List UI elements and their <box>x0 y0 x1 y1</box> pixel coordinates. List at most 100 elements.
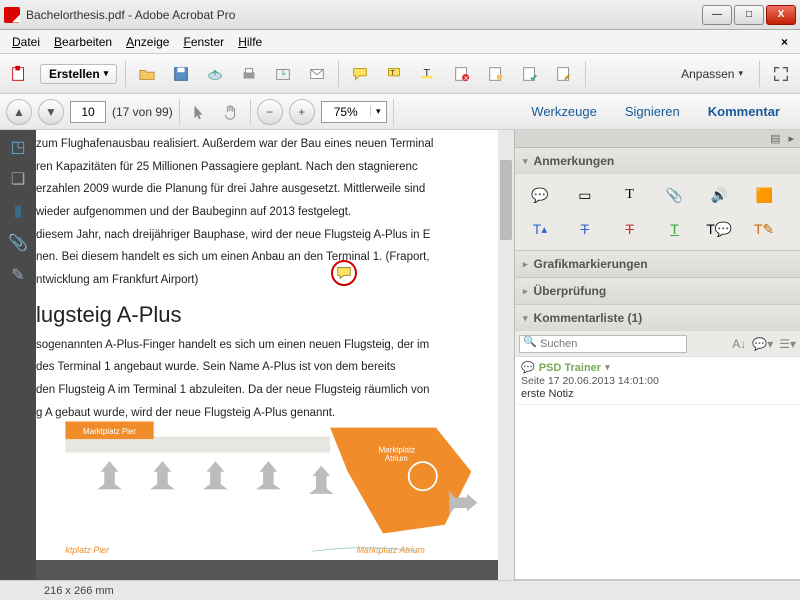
comment-item[interactable]: PSD Trainer Seite 17 20.06.2013 14:01:00… <box>515 357 800 405</box>
svg-text:Marktplatz Atrium: Marktplatz Atrium <box>357 545 425 555</box>
panel-collapse-icon[interactable]: ▸ <box>788 132 794 145</box>
window-title: Bachelorthesis.pdf - Adobe Acrobat Pro <box>26 8 702 22</box>
tool-strike-insert-icon[interactable]: T <box>572 218 598 240</box>
comment-search-input[interactable] <box>519 335 687 353</box>
doc-text: ren Kapazitäten für 25 Millionen Passagi… <box>36 159 514 176</box>
right-tabs: Werkzeuge Signieren Kommentar <box>517 98 794 125</box>
fullscreen-icon[interactable] <box>768 61 794 87</box>
stamp-check-icon[interactable] <box>517 61 543 87</box>
page-dimensions: 216 x 266 mm <box>44 585 114 597</box>
menu-anzeige[interactable]: Anzeige <box>120 33 175 51</box>
tool-stamp-icon[interactable]: 🟧 <box>751 184 777 206</box>
tab-werkzeuge[interactable]: Werkzeuge <box>517 98 611 125</box>
zoom-in-button[interactable]: + <box>289 99 315 125</box>
panel-menu-icon[interactable]: ▤ <box>770 132 780 145</box>
doc-text: ntwicklung am Frankfurt Airport) <box>36 272 514 289</box>
thumbnails-icon[interactable]: ◳ <box>7 136 29 158</box>
section-ueberpruefung: Überprüfung <box>515 278 800 305</box>
filter-icon[interactable]: 💬▾ <box>752 337 773 351</box>
pdf-page: zum Flughafenausbau realisiert. Außerdem… <box>36 130 514 560</box>
doc-text: des Terminal 1 angebaut wurde. Sein Name… <box>36 359 514 376</box>
tool-insert-text-icon[interactable]: T▴ <box>527 218 553 240</box>
document-view[interactable]: zum Flughafenausbau realisiert. Außerdem… <box>36 130 514 580</box>
hand-tool-icon[interactable] <box>218 99 244 125</box>
stamp-delete-icon[interactable]: ✕ <box>449 61 475 87</box>
airport-diagram: Marktplatz Pier Marktplatz Atrium ktplat… <box>36 410 514 560</box>
doc-text: erzahlen 2009 wurde die Planung für drei… <box>36 181 514 198</box>
pages-icon[interactable]: ❏ <box>7 168 29 190</box>
doc-text: nen. Bei diesem handelt es sich um einen… <box>36 249 514 266</box>
section-grafik: Grafikmarkierungen <box>515 251 800 278</box>
stamp-lock-icon[interactable] <box>483 61 509 87</box>
close-button[interactable]: X <box>766 5 796 25</box>
page-count: (17 von 99) <box>112 105 173 119</box>
sticky-note-icon[interactable] <box>331 260 357 286</box>
tool-strikeout-icon[interactable]: T <box>617 218 643 240</box>
comment-list: PSD Trainer Seite 17 20.06.2013 14:01:00… <box>515 357 800 579</box>
highlight-icon[interactable]: T <box>381 61 407 87</box>
section-kommentarliste-header[interactable]: Kommentarliste (1) <box>515 305 800 331</box>
doc-text: wieder aufgenommen und der Baubeginn auf… <box>36 204 514 221</box>
erstellen-button[interactable]: Erstellen <box>40 64 117 84</box>
signatures-icon[interactable]: ✎ <box>7 264 29 286</box>
sort-icon[interactable]: A↓ <box>732 337 746 351</box>
select-tool-icon[interactable] <box>186 99 212 125</box>
print-icon[interactable] <box>236 61 262 87</box>
svg-text:ktplatz Pier: ktplatz Pier <box>65 545 110 555</box>
minimize-button[interactable]: — <box>702 5 732 25</box>
save-icon[interactable] <box>168 61 194 87</box>
scrollbar-vertical[interactable] <box>498 130 514 580</box>
options-icon[interactable]: ☰▾ <box>779 337 796 351</box>
attachments-icon[interactable]: 📎 <box>7 232 29 254</box>
section-anmerkungen-header[interactable]: Anmerkungen <box>515 148 800 174</box>
main-area: ◳ ❏ ▮ 📎 ✎ zum Flughafenausbau realisiert… <box>0 130 800 580</box>
stamp-edit-icon[interactable] <box>551 61 577 87</box>
email-icon[interactable] <box>304 61 330 87</box>
nav-strip: ◳ ❏ ▮ 📎 ✎ <box>0 130 36 580</box>
tool-text-box-icon[interactable]: T✎ <box>751 218 777 240</box>
menu-bearbeiten[interactable]: Bearbeiten <box>48 33 118 51</box>
zoom-input[interactable] <box>322 105 370 119</box>
tool-attach-icon[interactable]: 📎 <box>661 184 687 206</box>
tool-text-icon[interactable]: T <box>617 184 643 206</box>
text-highlight-icon[interactable]: T <box>415 61 441 87</box>
zoom-out-button[interactable]: − <box>257 99 283 125</box>
menubar: Datei Bearbeiten Anzeige Fenster Hilfe × <box>0 30 800 54</box>
menu-datei[interactable]: Datei <box>6 33 46 51</box>
menu-hilfe[interactable]: Hilfe <box>232 33 268 51</box>
maximize-button[interactable]: □ <box>734 5 764 25</box>
anpassen-button[interactable]: Anpassen <box>673 63 751 85</box>
tool-audio-icon[interactable]: 🔊 <box>706 184 732 206</box>
bookmarks-icon[interactable]: ▮ <box>7 200 29 222</box>
create-pdf-icon[interactable] <box>6 61 32 87</box>
doc-close-button[interactable]: × <box>775 33 794 51</box>
doc-text: sogenannten A-Plus-Finger handelt es sic… <box>36 337 514 354</box>
comment-bubble-icon[interactable] <box>347 61 373 87</box>
tool-underline-icon[interactable]: T <box>661 218 687 240</box>
tool-highlight-icon[interactable]: ▭ <box>572 184 598 206</box>
comment-body: erste Notiz <box>521 388 794 400</box>
doc-text: diesem Jahr, nach dreijähriger Bauphase,… <box>36 227 514 244</box>
zoom-select[interactable]: ▾ <box>321 101 387 123</box>
open-icon[interactable] <box>134 61 160 87</box>
section-grafik-header[interactable]: Grafikmarkierungen <box>515 251 800 277</box>
page-down-button[interactable]: ▼ <box>38 99 64 125</box>
app-icon <box>4 7 20 23</box>
zoom-dropdown[interactable]: ▾ <box>370 106 386 117</box>
svg-text:✕: ✕ <box>464 75 469 82</box>
titlebar: Bachelorthesis.pdf - Adobe Acrobat Pro —… <box>0 0 800 30</box>
tab-kommentar[interactable]: Kommentar <box>694 98 794 125</box>
page-input[interactable] <box>70 101 106 123</box>
comment-search-bar: A↓ 💬▾ ☰▾ <box>515 331 800 357</box>
tool-sticky-note-icon[interactable]: 💬 <box>527 184 553 206</box>
section-ueberpruefung-header[interactable]: Überprüfung <box>515 278 800 304</box>
tool-text-note-icon[interactable]: T💬 <box>706 218 732 240</box>
doc-heading: lugsteig A-Plus <box>36 299 514 331</box>
share-icon[interactable] <box>270 61 296 87</box>
window-controls: — □ X <box>702 5 796 25</box>
menu-fenster[interactable]: Fenster <box>177 33 230 51</box>
doc-text: zum Flughafenausbau realisiert. Außerdem… <box>36 136 514 153</box>
cloud-icon[interactable] <box>202 61 228 87</box>
tab-signieren[interactable]: Signieren <box>611 98 694 125</box>
page-up-button[interactable]: ▲ <box>6 99 32 125</box>
